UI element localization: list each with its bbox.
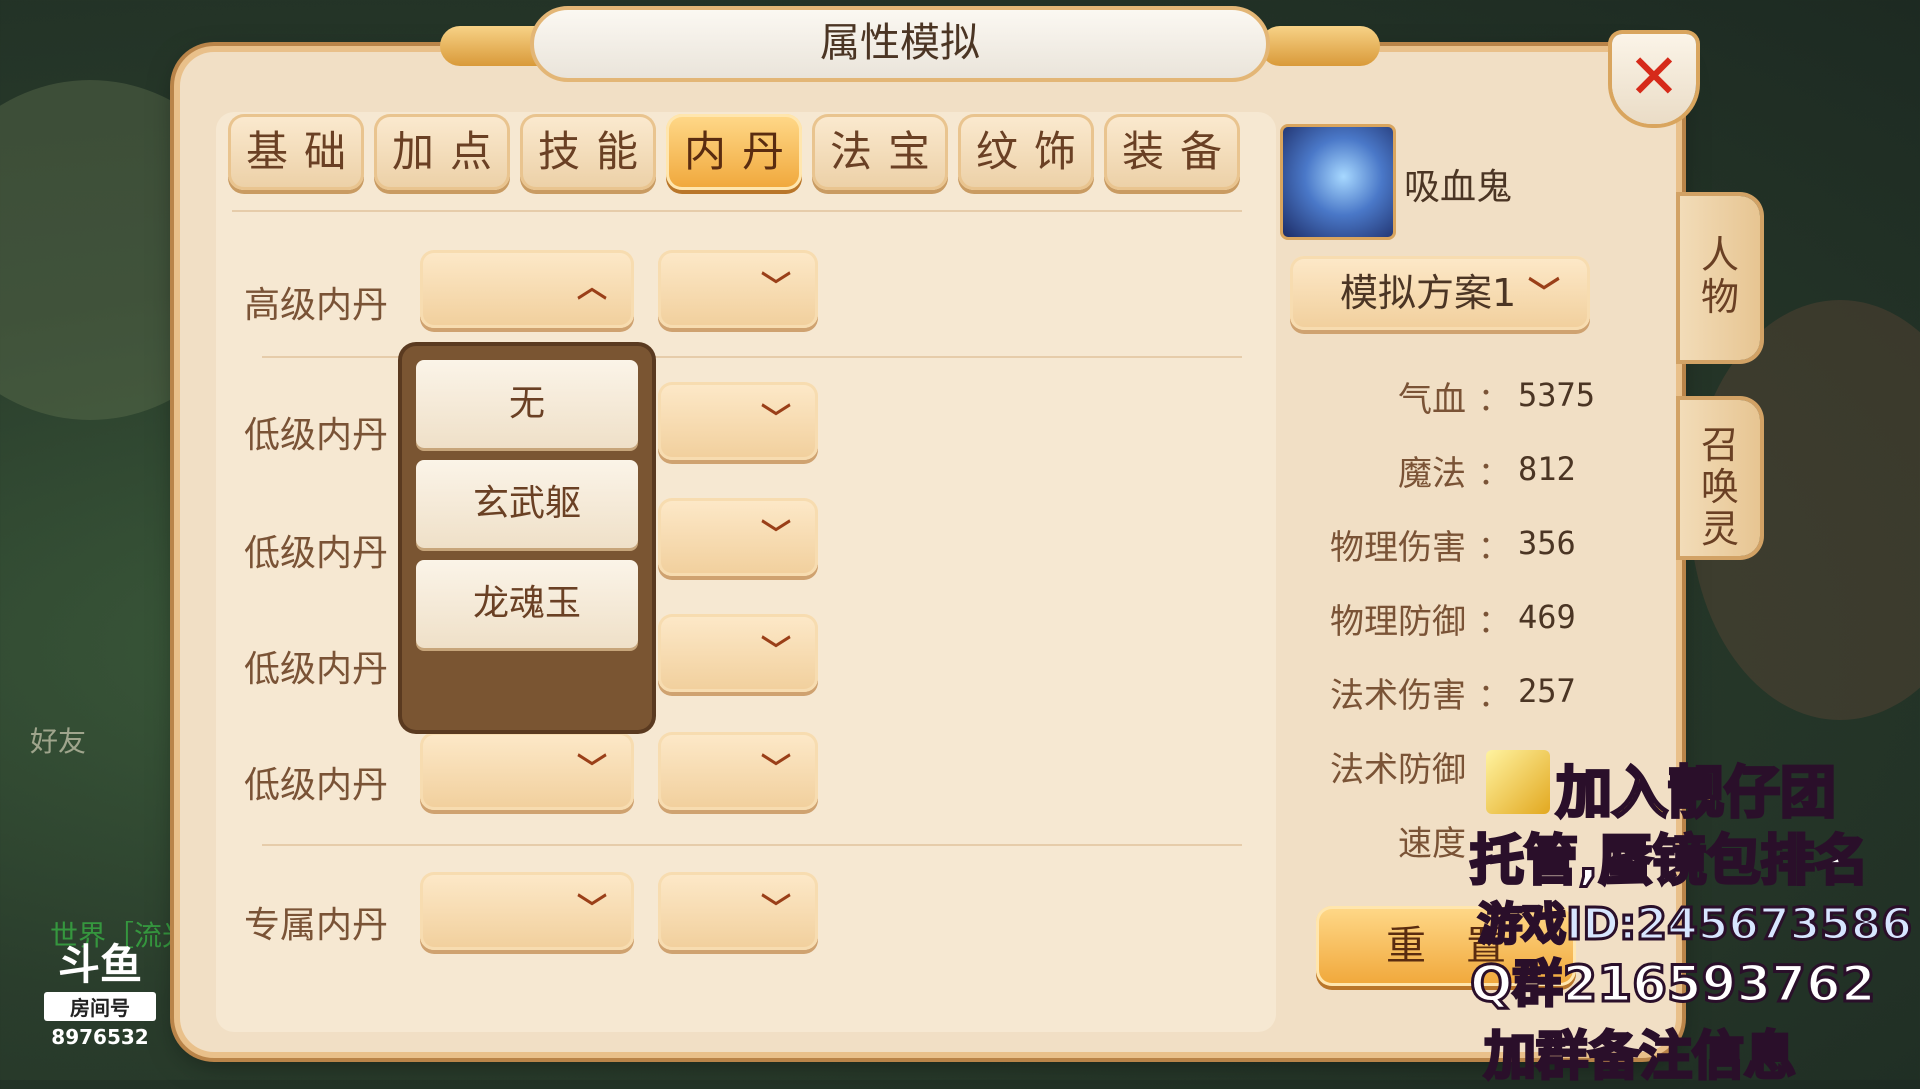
basic-core-3-select-2[interactable]: ﹀	[658, 614, 818, 692]
overlay-line-3: 游戏ID:245673586	[1476, 898, 1913, 952]
tab-skills[interactable]: 技能	[520, 114, 656, 190]
stat-label-mp: 魔法	[1398, 454, 1466, 494]
chevron-down-icon: ﹀	[761, 634, 791, 669]
core-dropdown-menu: 无 玄武躯 龙魂玉	[402, 346, 652, 730]
chevron-down-icon: ﹀	[577, 752, 607, 787]
close-icon: ✕	[1628, 40, 1680, 113]
advanced-core-select-1[interactable]: ︿	[420, 250, 634, 328]
advanced-core-select-2[interactable]: ﹀	[658, 250, 818, 328]
overlay-line-4: Q群216593762	[1469, 954, 1878, 1015]
gold-ticket-icon	[1486, 750, 1550, 814]
stat-colon: ：	[1478, 528, 1511, 566]
window-title: 属性模拟	[530, 6, 1270, 82]
row-label-basic-core-3: 低级内丹	[244, 649, 389, 690]
room-label: 房间号	[44, 992, 156, 1021]
chevron-down-icon: ﹀	[1527, 274, 1560, 312]
row-label-basic-core-1: 低级内丹	[244, 415, 389, 456]
dropdown-option-none[interactable]: 无	[416, 360, 638, 448]
tab-basic[interactable]: 基础	[228, 114, 364, 190]
exclusive-core-select-2[interactable]: ﹀	[658, 872, 818, 950]
tab-inner-core[interactable]: 内丹	[666, 114, 802, 190]
stat-value-phys-def: 469	[1518, 598, 1576, 636]
divider	[232, 210, 1242, 212]
stat-value-phys-dmg: 356	[1518, 524, 1576, 562]
chevron-up-icon: ︿	[577, 270, 607, 305]
chevron-down-icon: ﹀	[761, 752, 791, 787]
chevron-down-icon: ﹀	[761, 518, 791, 553]
plan-select[interactable]: 模拟方案1 ﹀	[1290, 256, 1590, 330]
side-tab-summon[interactable]: 召唤灵	[1680, 400, 1760, 556]
exclusive-core-select-1[interactable]: ﹀	[420, 872, 634, 950]
chevron-down-icon: ﹀	[761, 892, 791, 927]
row-label-basic-core-4: 低级内丹	[244, 765, 389, 806]
stat-colon: ：	[1478, 602, 1511, 640]
row-label-advanced-core: 高级内丹	[244, 285, 389, 326]
douyu-logo: 斗鱼 房间号 8976532	[30, 942, 170, 1049]
row-label-exclusive-core: 专属内丹	[244, 905, 389, 946]
tab-treasure[interactable]: 法宝	[812, 114, 948, 190]
basic-core-1-select-2[interactable]: ﹀	[658, 382, 818, 460]
plan-select-label: 模拟方案1	[1340, 271, 1517, 315]
tab-equipment[interactable]: 装备	[1104, 114, 1240, 190]
stat-colon: ：	[1478, 454, 1511, 492]
basic-core-4-select-1[interactable]: ﹀	[420, 732, 634, 810]
room-number: 8976532	[51, 1025, 149, 1049]
pet-name: 吸血鬼	[1404, 167, 1513, 208]
stat-label-phys-def: 物理防御	[1330, 602, 1466, 642]
dropdown-option-longhunyu[interactable]: 龙魂玉	[416, 560, 638, 648]
chevron-down-icon: ﹀	[761, 402, 791, 437]
title-decoration-right	[1260, 26, 1380, 66]
stat-value-mp: 812	[1518, 450, 1576, 488]
close-button[interactable]: ✕	[1612, 34, 1696, 124]
douyu-logo-text: 斗鱼	[57, 940, 142, 989]
dropdown-option-xuanwu[interactable]: 玄武躯	[416, 460, 638, 548]
stat-label-speed: 速度	[1398, 824, 1466, 864]
divider	[262, 844, 1242, 846]
tab-points[interactable]: 加点	[374, 114, 510, 190]
chevron-down-icon: ﹀	[577, 892, 607, 927]
row-label-basic-core-2: 低级内丹	[244, 533, 389, 574]
pet-portrait[interactable]	[1280, 124, 1396, 240]
stat-value-hp: 5375	[1518, 376, 1596, 414]
side-tab-character[interactable]: 人物	[1680, 196, 1760, 360]
stat-label-phys-dmg: 物理伤害	[1330, 528, 1466, 568]
chevron-down-icon: ﹀	[761, 270, 791, 305]
stat-colon: ：	[1478, 380, 1511, 418]
basic-core-2-select-2[interactable]: ﹀	[658, 498, 818, 576]
stat-label-hp: 气血	[1398, 380, 1466, 420]
overlay-line-5: 加群备注信息	[1482, 1026, 1797, 1089]
tab-decoration[interactable]: 纹饰	[958, 114, 1094, 190]
stat-colon: ：	[1478, 676, 1511, 714]
stat-value-magic-dmg: 257	[1518, 672, 1576, 710]
basic-core-4-select-2[interactable]: ﹀	[658, 732, 818, 810]
background-friends-label[interactable]: 好友	[30, 720, 86, 760]
stat-label-magic-def: 法术防御	[1330, 750, 1466, 790]
stat-label-magic-dmg: 法术伤害	[1330, 676, 1466, 716]
overlay-line-2: 托管,蜃镜包排名	[1469, 828, 1871, 894]
